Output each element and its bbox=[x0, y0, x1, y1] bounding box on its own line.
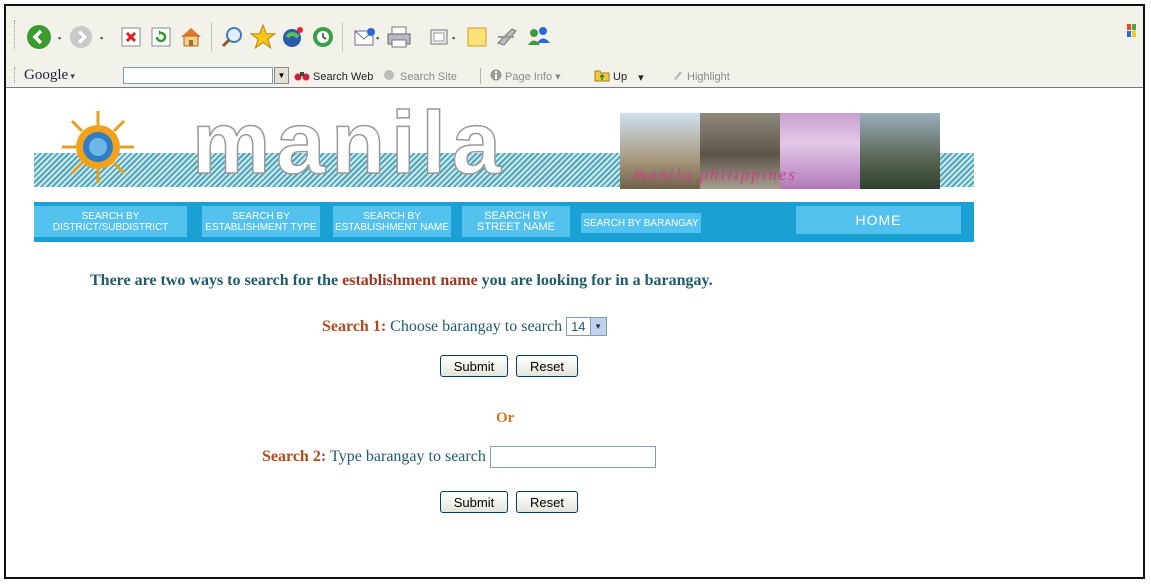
site-banner: manila manila philippines bbox=[34, 93, 974, 201]
nav-label-line: SEARCH BY BARANGAY bbox=[583, 217, 699, 229]
search1-reset-button[interactable]: Reset bbox=[516, 355, 578, 377]
chevron-down-icon[interactable]: ▼ bbox=[589, 318, 606, 335]
search-web-button[interactable]: Search Web bbox=[294, 69, 373, 84]
search2-text: Type barangay to search bbox=[330, 448, 486, 465]
instruction-highlight: establishment name bbox=[342, 272, 478, 289]
barangay-select[interactable]: 14 ▼ bbox=[566, 317, 607, 336]
search2-submit-button[interactable]: Submit bbox=[440, 491, 508, 513]
search-icon[interactable] bbox=[218, 22, 248, 52]
browser-window: ▪ ▪ ▪ ▪ Google ▾ ▼ Search Web Search Sit… bbox=[4, 4, 1145, 579]
nav-label-line: ESTABLISHMENT NAME bbox=[334, 221, 450, 233]
nav-label-line: SEARCH BY bbox=[484, 209, 548, 222]
nav-search-by-establishment-name[interactable]: SEARCH BY ESTABLISHMENT NAME bbox=[333, 206, 451, 237]
back-icon[interactable] bbox=[24, 22, 54, 52]
toolbar-separator bbox=[480, 68, 481, 84]
nav-label-line: STREET NAME bbox=[476, 220, 556, 233]
page-info-label: Page Info bbox=[505, 70, 553, 83]
nav-home-label: HOME bbox=[855, 211, 902, 228]
nav-label-line: DISTRICT/SUBDISTRICT bbox=[52, 221, 169, 233]
forward-icon[interactable] bbox=[66, 22, 96, 52]
nav-label-line: ESTABLISHMENT TYPE bbox=[205, 221, 317, 233]
google-search-dropdown-icon[interactable]: ▼ bbox=[274, 67, 289, 84]
highlighter-icon bbox=[672, 69, 684, 84]
forward-dropdown-icon[interactable]: ▪ bbox=[100, 33, 103, 43]
search2-row: Search 2: Type barangay to search bbox=[262, 446, 656, 468]
banner-photo-caption: manila philippines bbox=[634, 165, 798, 184]
nav-label-line: SEARCH BY bbox=[232, 210, 290, 222]
instruction-text: There are two ways to search for the bbox=[90, 272, 343, 289]
toolbar-grip[interactable] bbox=[14, 67, 18, 83]
nav-home[interactable]: HOME bbox=[796, 206, 961, 234]
edit-icon[interactable] bbox=[424, 22, 454, 52]
search-web-label: Search Web bbox=[313, 70, 374, 83]
or-divider: Or bbox=[496, 410, 515, 426]
nav-search-by-street-name[interactable]: SEARCH BY STREET NAME bbox=[462, 206, 570, 237]
notes-icon[interactable] bbox=[462, 22, 492, 52]
up-label: Up bbox=[613, 71, 628, 83]
up-button[interactable]: Up ▾ bbox=[594, 69, 644, 85]
search-site-button[interactable]: Search Site bbox=[383, 69, 457, 84]
binoculars-icon bbox=[294, 69, 310, 84]
stop-icon[interactable] bbox=[116, 22, 146, 52]
nav-label-line: SEARCH BY bbox=[81, 210, 140, 222]
search1-text: Choose barangay to search bbox=[390, 317, 563, 335]
refresh-icon[interactable] bbox=[146, 22, 176, 52]
toolbar-separator bbox=[211, 22, 212, 52]
barangay-text-input[interactable] bbox=[489, 446, 656, 468]
instruction-text: you are looking for in a barangay. bbox=[477, 272, 713, 289]
google-logo[interactable]: Google ▾ bbox=[24, 67, 75, 84]
browser-toolbar: ▪ ▪ ▪ ▪ bbox=[6, 6, 1143, 64]
search-site-label: Search Site bbox=[400, 70, 457, 83]
search-site-icon bbox=[383, 69, 397, 84]
info-icon bbox=[490, 69, 502, 84]
toolbar-grip[interactable] bbox=[14, 20, 18, 50]
search2-reset-button[interactable]: Reset bbox=[516, 491, 578, 513]
contacts-icon[interactable] bbox=[524, 22, 554, 52]
history-icon[interactable] bbox=[308, 22, 338, 52]
messenger-icon[interactable] bbox=[492, 22, 522, 52]
search2-label: Search 2: bbox=[262, 448, 327, 465]
google-logo-text: Google bbox=[24, 67, 69, 83]
highlight-button[interactable]: Highlight bbox=[672, 69, 730, 84]
search1-row: Search 1: Choose barangay to search 14 ▼ bbox=[322, 317, 607, 336]
banner-title: manila bbox=[191, 93, 507, 192]
mail-dropdown-icon[interactable]: ▪ bbox=[376, 33, 379, 43]
page-info-button[interactable]: Page Info ▾ bbox=[490, 69, 561, 84]
home-icon[interactable] bbox=[176, 22, 206, 52]
back-dropdown-icon[interactable]: ▪ bbox=[58, 33, 61, 43]
edit-dropdown-icon[interactable]: ▪ bbox=[452, 33, 455, 43]
print-icon[interactable] bbox=[384, 22, 414, 52]
page-instruction: There are two ways to search for the est… bbox=[90, 272, 713, 290]
nav-search-by-establishment-type[interactable]: SEARCH BY ESTABLISHMENT TYPE bbox=[202, 206, 320, 237]
search1-submit-button[interactable]: Submit bbox=[440, 355, 508, 377]
media-icon[interactable] bbox=[278, 22, 308, 52]
google-menu-dropdown-icon[interactable]: ▾ bbox=[68, 71, 75, 81]
google-search-input[interactable] bbox=[123, 67, 273, 84]
windows-logo-icon bbox=[1127, 24, 1137, 38]
highlight-label: Highlight bbox=[687, 70, 730, 83]
sun-logo-icon bbox=[62, 111, 134, 183]
chevron-down-icon: ▾ bbox=[638, 71, 644, 84]
google-toolbar: Google ▾ ▼ Search Web Search Site Page I… bbox=[6, 64, 1143, 88]
chevron-down-icon: ▾ bbox=[555, 71, 561, 83]
search1-label: Search 1: bbox=[322, 317, 387, 335]
banner-photo bbox=[860, 113, 940, 189]
nav-label-line: SEARCH BY bbox=[363, 210, 421, 222]
favorites-icon[interactable] bbox=[248, 22, 278, 52]
nav-search-by-barangay[interactable]: SEARCH BY BARANGAY bbox=[581, 213, 701, 233]
barangay-select-value: 14 bbox=[571, 319, 586, 334]
nav-search-by-district[interactable]: SEARCH BY DISTRICT/SUBDISTRICT bbox=[34, 206, 187, 237]
search-navbar: SEARCH BY DISTRICT/SUBDISTRICT SEARCH BY… bbox=[34, 202, 974, 242]
toolbar-separator bbox=[342, 22, 343, 52]
folder-up-icon bbox=[594, 69, 610, 85]
